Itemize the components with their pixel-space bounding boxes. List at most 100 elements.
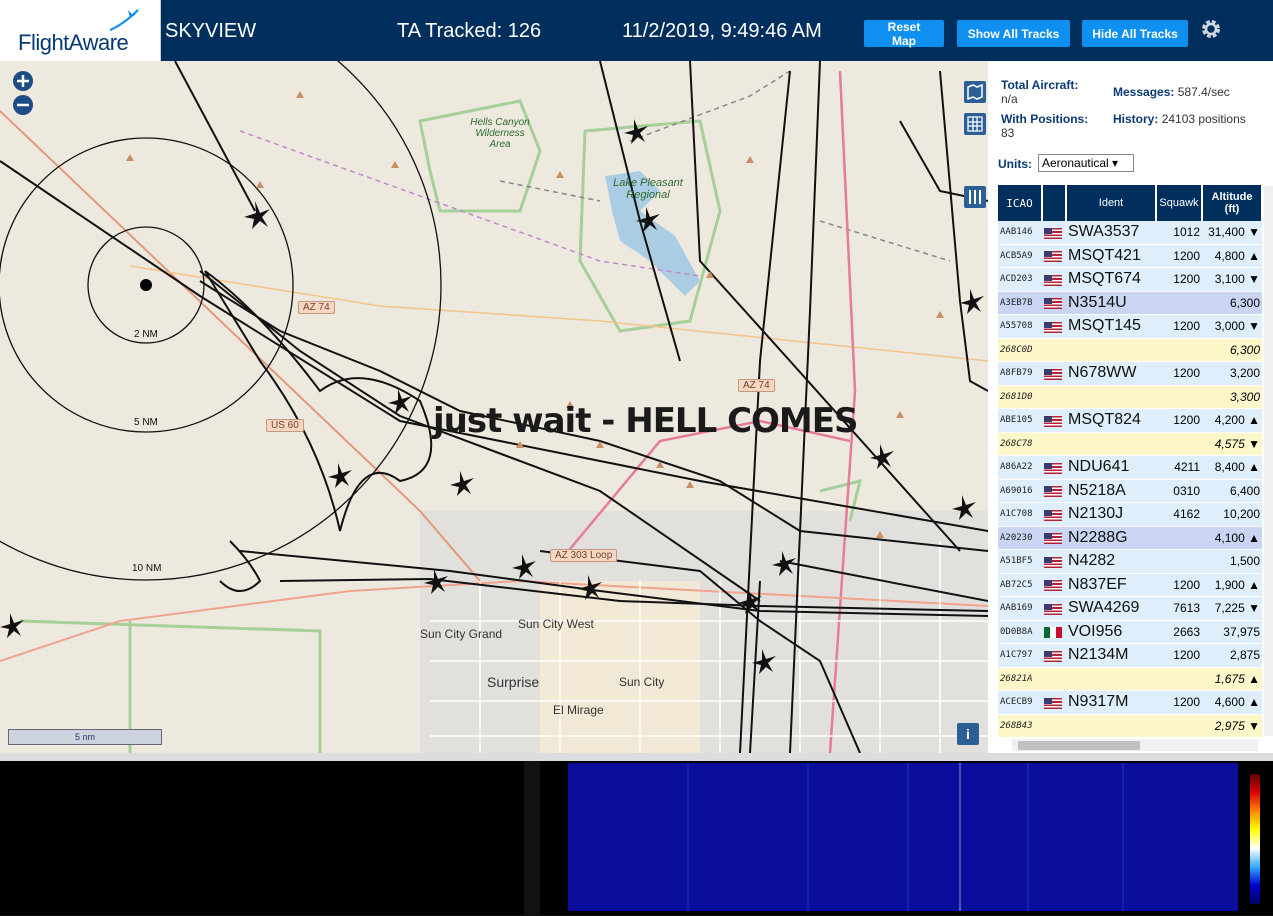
aircraft-row[interactable]: A3EB7B N3514U 6,300 xyxy=(998,291,1262,315)
cell-ident: NDU641 xyxy=(1066,455,1156,480)
aircraft-row[interactable]: AAB146 SWA3537 1012 31,400 ▼ xyxy=(998,221,1262,245)
gear-icon[interactable] xyxy=(1199,17,1223,41)
aircraft-row[interactable]: 0D0B8A VOI956 2663 37,975 xyxy=(998,620,1262,644)
cell-ident: N4282 xyxy=(1066,549,1156,574)
panel-divider xyxy=(0,753,1273,761)
col-altitude[interactable]: Altitude (ft) xyxy=(1202,185,1263,221)
aircraft-row[interactable]: AB72C5 N837EF 1200 1,900 ▲ xyxy=(998,573,1262,597)
horizontal-scroll-thumb[interactable] xyxy=(1018,741,1140,750)
cell-flag xyxy=(1042,596,1066,621)
grid-icon[interactable] xyxy=(964,113,986,135)
cell-icao: AAB169 xyxy=(998,596,1042,621)
aircraft-row[interactable]: AAB169 SWA4269 7613 7,225 ▼ xyxy=(998,596,1262,621)
cell-icao: ACECB9 xyxy=(998,690,1042,715)
zoom-in-icon[interactable] xyxy=(12,70,34,92)
map-view[interactable]: Hells Canyon Wilderness Area Lake Pleasa… xyxy=(0,61,988,753)
us-flag-icon xyxy=(1044,697,1062,709)
cell-squawk xyxy=(1156,549,1202,574)
cell-icao: A20230 xyxy=(998,526,1042,550)
cell-flag xyxy=(1042,291,1066,315)
aircraft-row[interactable]: ACB5A9 MSQT421 1200 4,800 ▲ xyxy=(998,244,1262,268)
aircraft-row[interactable]: ACD203 MSQT674 1200 3,100 ▼ xyxy=(998,267,1262,292)
road-az303: AZ 303 Loop xyxy=(550,549,618,562)
aircraft-row[interactable]: 26821A 1,675 ▲ xyxy=(998,667,1262,691)
cell-flag xyxy=(1042,643,1066,668)
cell-squawk: 1200 xyxy=(1156,244,1202,268)
cell-squawk: 1200 xyxy=(1156,690,1202,715)
aircraft-row[interactable]: A8FB79 N678WW 1200 3,200 xyxy=(998,361,1262,386)
col-ident[interactable]: Ident xyxy=(1066,185,1157,221)
aircraft-row[interactable]: A1C708 N2130J 4162 10,200 xyxy=(998,502,1262,527)
aircraft-row[interactable]: 268C0D 6,300 xyxy=(998,338,1262,362)
cell-flag xyxy=(1042,408,1066,433)
cell-altitude: 2,875 xyxy=(1202,643,1262,668)
aircraft-row[interactable]: A20230 N2288G 4,100 ▲ xyxy=(998,526,1262,550)
aircraft-row[interactable]: 2681D0 3,300 xyxy=(998,385,1262,409)
aircraft-row[interactable]: ACECB9 N9317M 1200 4,600 ▲ xyxy=(998,690,1262,715)
mexico-flag-icon xyxy=(1044,627,1062,639)
show-all-tracks-button[interactable]: Show All Tracks xyxy=(957,20,1070,47)
info-button[interactable]: i xyxy=(957,723,979,745)
aircraft-row[interactable]: 268B43 2,975 ▼ xyxy=(998,714,1262,738)
columns-icon[interactable] xyxy=(964,186,986,208)
aircraft-row[interactable]: A69016 N5218A 0310 6,400 xyxy=(998,479,1262,503)
map-layer-icon[interactable] xyxy=(964,81,986,103)
aircraft-row[interactable]: A55708 MSQT145 1200 3,000 ▼ xyxy=(998,314,1262,339)
scale-bar: 5 nm xyxy=(8,729,162,745)
cell-ident: N2134M xyxy=(1066,643,1156,668)
hide-all-tracks-button[interactable]: Hide All Tracks xyxy=(1082,20,1188,47)
cell-flag xyxy=(1042,479,1066,503)
units-select[interactable]: Aeronautical ▾ xyxy=(1038,154,1134,172)
cell-ident: N5218A xyxy=(1066,479,1156,503)
cell-ident: N2288G xyxy=(1066,526,1156,550)
cell-squawk xyxy=(1156,291,1202,315)
total-aircraft: Total Aircraft: n/a xyxy=(1001,78,1079,106)
aircraft-row[interactable]: A86A22 NDU641 4211 8,400 ▲ xyxy=(998,455,1262,480)
cell-altitude: 3,200 xyxy=(1202,361,1262,386)
cell-flag xyxy=(1042,267,1066,292)
aircraft-row[interactable]: A1C797 N2134M 1200 2,875 xyxy=(998,643,1262,668)
waterfall-display xyxy=(568,763,1238,911)
us-flag-icon xyxy=(1044,298,1062,310)
cell-flag xyxy=(1042,667,1066,691)
flightaware-logo[interactable]: FlightAware xyxy=(0,0,161,61)
cell-ident: N3514U xyxy=(1066,291,1156,315)
cell-ident xyxy=(1066,714,1156,738)
reset-map-button[interactable]: Reset Map xyxy=(864,20,944,48)
us-flag-icon xyxy=(1044,486,1062,498)
site-name: SKYVIEW xyxy=(165,20,257,42)
col-flag[interactable] xyxy=(1042,185,1067,221)
cell-flag xyxy=(1042,549,1066,574)
aircraft-row[interactable]: ABE105 MSQT824 1200 4,200 ▲ xyxy=(998,408,1262,433)
col-icao[interactable]: ICAO xyxy=(998,185,1043,221)
cell-icao: 268C0D xyxy=(998,338,1042,362)
us-flag-icon xyxy=(1044,415,1062,427)
aircraft-row[interactable]: 268C78 4,575 ▼ xyxy=(998,432,1262,456)
cell-icao: A51BF5 xyxy=(998,549,1042,574)
cell-squawk xyxy=(1156,667,1202,691)
col-squawk[interactable]: Squawk xyxy=(1156,185,1203,221)
road-us60: US 60 xyxy=(266,419,304,432)
cell-icao: A55708 xyxy=(998,314,1042,339)
aircraft-row[interactable]: A51BF5 N4282 1,500 xyxy=(998,549,1262,574)
cell-altitude: 7,225 ▼ xyxy=(1202,596,1262,621)
vertical-scrollbar[interactable] xyxy=(1264,186,1273,736)
cell-squawk: 4162 xyxy=(1156,502,1202,527)
cell-squawk xyxy=(1156,714,1202,738)
cell-flag xyxy=(1042,690,1066,715)
cell-flag xyxy=(1042,502,1066,527)
cell-flag xyxy=(1042,244,1066,268)
cell-squawk: 1012 xyxy=(1156,221,1202,245)
cell-icao: 268B43 xyxy=(998,714,1042,738)
cell-ident: N837EF xyxy=(1066,573,1156,597)
cell-altitude: 4,575 ▼ xyxy=(1202,432,1262,456)
cell-flag xyxy=(1042,432,1066,456)
tracked-count: TA Tracked: 126 xyxy=(397,20,542,42)
messages-rate: Messages: 587.4/sec xyxy=(1113,85,1230,99)
place-sun-city-grand: Sun City Grand xyxy=(420,627,503,641)
cell-icao: A8FB79 xyxy=(998,361,1042,386)
us-flag-icon xyxy=(1044,556,1062,568)
place-sun-city-west: Sun City West xyxy=(518,617,594,631)
zoom-out-icon[interactable] xyxy=(12,94,34,116)
cell-ident: MSQT824 xyxy=(1066,408,1156,433)
